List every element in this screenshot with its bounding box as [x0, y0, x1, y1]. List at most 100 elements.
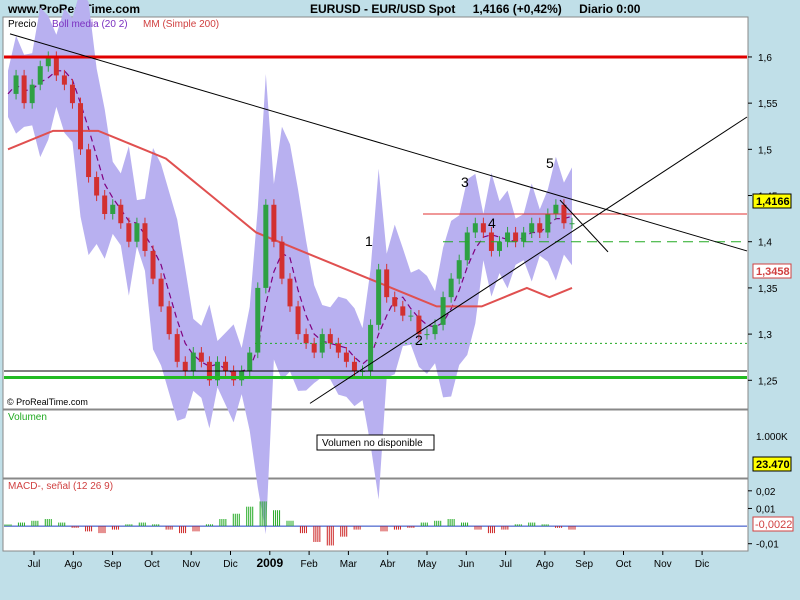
candle-body — [521, 232, 527, 242]
candle-body — [480, 223, 486, 233]
month-label: Oct — [144, 559, 160, 570]
month-label: Sep — [575, 559, 593, 570]
candle-body — [142, 223, 148, 251]
candle-body — [311, 343, 317, 353]
candle-body — [287, 278, 293, 307]
price-tick-label: 1,25 — [758, 376, 778, 387]
volume-tick: 1.000K — [756, 432, 788, 443]
candle-body — [505, 232, 511, 242]
candle-body — [569, 223, 575, 225]
candle-body — [78, 103, 84, 150]
candle-body — [392, 297, 398, 307]
candle-body — [432, 324, 438, 335]
candle-body — [496, 241, 502, 251]
candle-body — [513, 232, 519, 242]
candle-body — [118, 204, 124, 224]
month-label: Ago — [536, 559, 554, 570]
candle-body — [456, 260, 462, 279]
candle-body — [384, 269, 390, 298]
month-label: May — [418, 559, 437, 570]
candle-body — [37, 66, 43, 85]
candle-body — [110, 204, 116, 214]
volume-notice: Volumen no disponible — [322, 438, 423, 449]
month-label: Jul — [28, 559, 41, 570]
candle-body — [190, 352, 196, 372]
candle-body — [279, 241, 285, 279]
macd-last-value: -0,0022 — [755, 519, 792, 531]
candle-body — [408, 315, 414, 317]
candle-body — [440, 297, 446, 325]
month-label: Sep — [104, 559, 122, 570]
candle-body — [182, 361, 188, 372]
candle-body — [134, 223, 140, 242]
candle-body — [343, 352, 349, 362]
price-tick-label: 1,35 — [758, 284, 778, 295]
month-label: 2009 — [256, 556, 283, 570]
month-label: Dic — [695, 559, 709, 570]
month-label: Ago — [64, 559, 82, 570]
wave-label-5: 5 — [546, 155, 554, 171]
wave-label-3: 3 — [461, 174, 469, 190]
candle-body — [158, 278, 164, 307]
price-tick-label: 1,6 — [758, 53, 772, 64]
candle-body — [537, 223, 543, 233]
macd-tick-label: -0,01 — [756, 540, 779, 551]
price-tick-label: 1,4 — [758, 238, 772, 249]
month-label: Abr — [380, 559, 396, 570]
candle-body — [424, 334, 430, 336]
candle-body — [174, 334, 180, 362]
month-label: Nov — [654, 559, 672, 570]
month-label: Feb — [300, 559, 318, 570]
copyright-footer: © ProRealTime.com — [7, 397, 88, 407]
candle-body — [464, 232, 470, 261]
candle-body — [150, 250, 156, 279]
month-label: Jul — [499, 559, 512, 570]
candle-body — [263, 204, 269, 288]
candle-body — [126, 223, 132, 242]
candle-body — [545, 214, 551, 233]
candle-body — [69, 84, 75, 104]
candle-body — [21, 75, 27, 104]
month-label: Jun — [458, 559, 474, 570]
macd-tick-label: 0,02 — [756, 487, 776, 498]
wave-label-4: 4 — [488, 215, 496, 231]
candle-body — [335, 343, 341, 353]
month-label: Dic — [223, 559, 237, 570]
chart-canvas: 1,61,551,51,451,41,351,31,25JulAgoSepOct… — [2, 0, 794, 570]
candle-body — [166, 306, 172, 335]
candle-body — [86, 149, 92, 178]
candle-body — [94, 177, 100, 196]
price-tick-label: 1,55 — [758, 99, 778, 110]
wave-label-1: 1 — [365, 233, 373, 249]
macd-panel — [2, 478, 749, 552]
legend-price: Precio — [8, 19, 37, 30]
candle-body — [29, 84, 35, 104]
candle-body — [102, 195, 108, 214]
candle-body — [247, 352, 253, 372]
volume-last-value: 23.470 — [756, 459, 790, 471]
candle-body — [13, 75, 19, 94]
candle-body — [376, 269, 382, 325]
candle-body — [448, 278, 454, 298]
month-label: Oct — [616, 559, 632, 570]
last-price-value: 1,4166 — [756, 196, 790, 208]
candle-body — [198, 352, 204, 362]
macd-tick-label: 0,01 — [756, 504, 776, 515]
candle-body — [400, 306, 406, 316]
candle-body — [295, 306, 301, 335]
candle-body — [303, 334, 309, 344]
sma-price-value: 1,3458 — [756, 266, 790, 278]
month-label: Mar — [340, 559, 358, 570]
month-label: Nov — [182, 559, 200, 570]
macd-title: MACD-, señal (12 26 9) — [8, 481, 113, 492]
volume-title: Volumen — [8, 412, 47, 423]
candle-body — [351, 361, 357, 372]
candle-body — [327, 334, 333, 344]
candle-body — [223, 361, 229, 372]
candle-body — [553, 204, 559, 214]
wave-label-2: 2 — [415, 332, 423, 348]
candle-body — [271, 204, 277, 242]
candle-body — [529, 223, 535, 233]
price-tick-label: 1,5 — [758, 145, 772, 156]
candle-body — [53, 56, 59, 76]
